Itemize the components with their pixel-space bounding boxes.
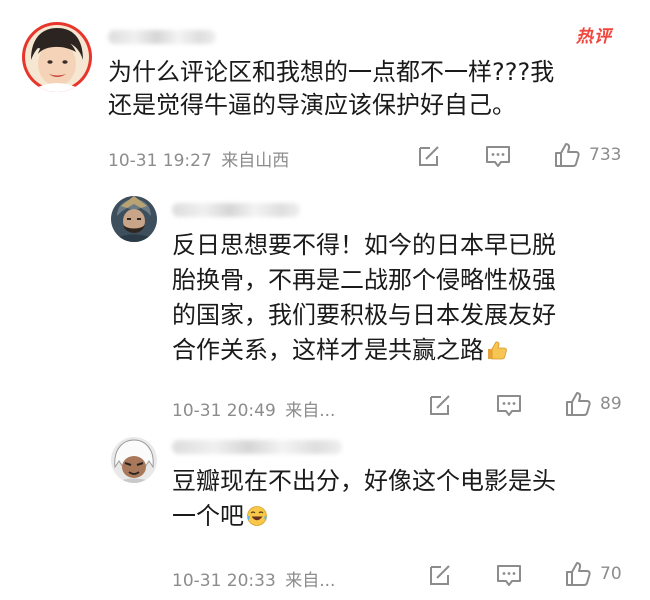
repost-icon (427, 562, 453, 588)
username-blurred[interactable] (108, 30, 216, 44)
reply-meta: 10-31 20:33 来自... (172, 566, 335, 591)
comment-icon (484, 143, 512, 169)
avatar-anime-white-hair-icon[interactable] (111, 437, 157, 483)
location: 来自... (285, 571, 336, 591)
repost-button[interactable] (427, 392, 453, 418)
timestamp: 10-31 20:33 (172, 571, 276, 591)
location: 来自... (285, 401, 336, 421)
like-button[interactable]: 89 (564, 390, 622, 418)
reply-line-1: 豆瓣现在不出分，好像这个电影是头 (172, 467, 556, 495)
like-count: 70 (600, 564, 622, 584)
comment-button[interactable] (495, 562, 523, 588)
comment-button[interactable] (484, 143, 512, 169)
comment-icon (495, 562, 523, 588)
like-count: 89 (600, 394, 622, 414)
reply-line-1: 反日思想要不得！如今的日本早已脱 (172, 231, 556, 259)
repost-icon (416, 143, 442, 169)
thumbs-up-emoji-icon (486, 339, 508, 361)
comment-thread: 热评 为什么评论区和我想的一点都不一样???我 还是觉得牛逼的导演应该保护好自己… (0, 0, 650, 600)
main-comment-line-1: 为什么评论区和我想的一点都不一样???我 (108, 58, 555, 86)
laughing-tears-emoji-icon (246, 505, 268, 527)
timestamp: 10-31 19:27 (108, 151, 212, 171)
avatar-warrior-icon[interactable] (111, 196, 157, 242)
like-icon (553, 141, 581, 169)
location: 来自山西 (221, 151, 290, 171)
like-button[interactable]: 733 (553, 141, 621, 169)
username-blurred[interactable] (172, 440, 342, 454)
reply-comment-text: 豆瓣现在不出分，好像这个电影是头 一个吧 (172, 464, 612, 534)
reply-comment-text: 反日思想要不得！如今的日本早已脱 胎换骨，不再是二战那个侵略性极强 的国家，我们… (172, 228, 612, 368)
avatar-woman-icon[interactable] (22, 22, 92, 92)
reply-line-4: 合作关系，这样才是共赢之路 (172, 336, 484, 364)
reply-line-2: 胎换骨，不再是二战那个侵略性极强 (172, 266, 556, 294)
like-icon (564, 390, 592, 418)
like-count: 733 (589, 145, 622, 165)
repost-icon (427, 392, 453, 418)
main-comment-line-2: 还是觉得牛逼的导演应该保护好自己。 (108, 91, 516, 119)
reply-line-3: 的国家，我们要积极与日本发展友好 (172, 301, 556, 329)
main-comment-text: 为什么评论区和我想的一点都不一样???我 还是觉得牛逼的导演应该保护好自己。 (108, 56, 638, 122)
reply-line-2: 一个吧 (172, 502, 244, 530)
reply-meta: 10-31 20:49 来自... (172, 396, 335, 421)
comment-button[interactable] (495, 392, 523, 418)
timestamp: 10-31 20:49 (172, 401, 276, 421)
hot-comment-badge: 热评 (576, 27, 612, 47)
comment-icon (495, 392, 523, 418)
main-comment-meta: 10-31 19:27 来自山西 (108, 146, 289, 171)
like-icon (564, 560, 592, 588)
repost-button[interactable] (416, 143, 442, 169)
username-blurred[interactable] (172, 203, 300, 217)
repost-button[interactable] (427, 562, 453, 588)
like-button[interactable]: 70 (564, 560, 622, 588)
